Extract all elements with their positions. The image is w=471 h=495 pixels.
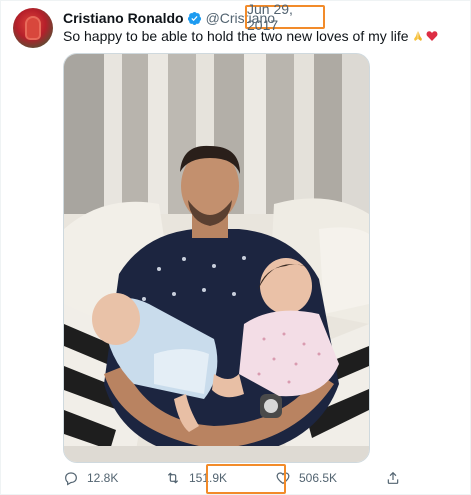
tweet-card: Cristiano Ronaldo @Cristiano Jun 29, 201… bbox=[0, 0, 471, 495]
verified-badge-icon bbox=[187, 11, 202, 26]
tweet-date[interactable]: Jun 29, 2017 bbox=[245, 1, 325, 33]
red-heart-icon bbox=[426, 29, 438, 41]
tweet-text: So happy to be able to hold the two new … bbox=[63, 28, 438, 44]
tweet-photo[interactable] bbox=[63, 53, 370, 463]
retweet-icon bbox=[167, 472, 179, 484]
tweet-text-content: So happy to be able to hold the two new … bbox=[63, 28, 409, 44]
like-count: 506.5K bbox=[299, 471, 338, 485]
share-icon bbox=[387, 471, 399, 484]
share-button[interactable] bbox=[385, 464, 409, 492]
folded-hands-icon bbox=[412, 29, 424, 41]
reply-button[interactable]: 12.8K bbox=[63, 464, 118, 492]
reply-count: 12.8K bbox=[87, 471, 119, 485]
author-name[interactable]: Cristiano Ronaldo bbox=[63, 10, 184, 26]
like-highlight-box bbox=[206, 464, 286, 494]
reply-icon bbox=[65, 472, 77, 486]
author-avatar[interactable] bbox=[13, 8, 53, 48]
tweet-header: Cristiano Ronaldo @Cristiano bbox=[63, 9, 275, 27]
